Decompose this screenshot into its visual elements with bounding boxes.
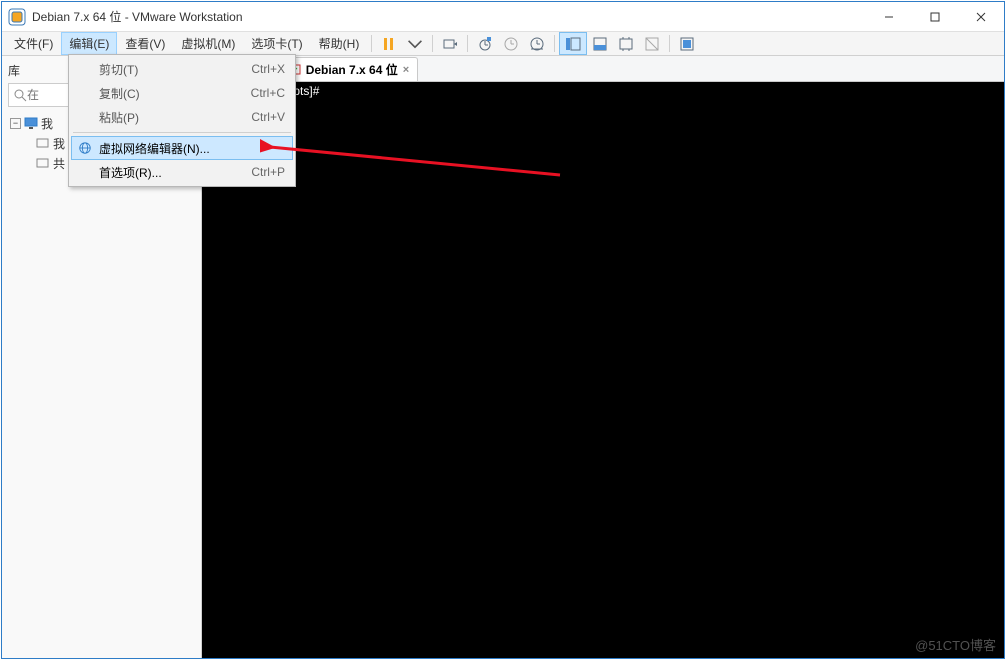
tree-root-label: 我 [41,115,53,132]
toolbar-view-1-button[interactable] [559,32,587,55]
globe-icon [77,140,93,156]
toolbar-send-button[interactable] [437,32,463,55]
menu-vm[interactable]: 虚拟机(M) [173,32,243,55]
maximize-button[interactable] [912,2,958,32]
toolbar-dropdown-icon[interactable] [402,32,428,55]
vm-icon [36,136,50,150]
menu-separator [73,132,291,133]
toolbar-fullscreen-button[interactable] [674,32,700,55]
tab-close-icon[interactable]: × [403,64,409,76]
menu-cut[interactable]: 剪切(T) Ctrl+X [71,57,293,81]
tree-item-label: 共 [53,155,65,172]
title-bar: Debian 7.x 64 位 - VMware Workstation [2,2,1004,32]
toolbar-view-3-button[interactable] [613,32,639,55]
watermark: @51CTO博客 [915,635,996,654]
menu-file[interactable]: 文件(F) [6,32,61,55]
menu-view[interactable]: 查看(V) [117,32,173,55]
edit-menu-dropdown: 剪切(T) Ctrl+X 复制(C) Ctrl+C 粘贴(P) Ctrl+V 虚… [68,54,296,187]
menu-edit[interactable]: 编辑(E) [61,32,117,55]
toolbar-snapshot-button[interactable] [472,32,498,55]
toolbar-pause-button[interactable] [376,32,402,55]
main-area: ⌂ 主页 × Debian 7.x 64 位 × ost network-scr… [202,56,1004,658]
collapse-icon[interactable]: − [10,118,21,129]
menu-paste[interactable]: 粘贴(P) Ctrl+V [71,105,293,129]
menu-virtual-network-editor[interactable]: 虚拟网络编辑器(N)... [71,136,293,160]
menu-preferences[interactable]: 首选项(R)... Ctrl+P [71,160,293,184]
minimize-button[interactable] [866,2,912,32]
shared-icon [36,156,50,170]
menu-bar: 文件(F) 编辑(E) 查看(V) 虚拟机(M) 选项卡(T) 帮助(H) [2,32,1004,56]
tab-vm[interactable]: Debian 7.x 64 位 × [278,57,418,81]
window-title: Debian 7.x 64 位 - VMware Workstation [32,8,866,25]
tab-label: Debian 7.x 64 位 [306,61,398,78]
menu-tabs[interactable]: 选项卡(T) [243,32,310,55]
menu-help[interactable]: 帮助(H) [311,32,368,55]
toolbar-view-2-button[interactable] [587,32,613,55]
search-icon [13,88,27,102]
toolbar-snapshot-revert-button[interactable] [498,32,524,55]
monitor-icon [24,116,38,130]
tab-strip: ⌂ 主页 × Debian 7.x 64 位 × [202,56,1004,82]
vm-terminal[interactable]: ost network-scripts]# [202,82,1004,658]
close-button[interactable] [958,2,1004,32]
toolbar-view-4-button[interactable] [639,32,665,55]
menu-copy[interactable]: 复制(C) Ctrl+C [71,81,293,105]
toolbar-snapshot-manager-button[interactable] [524,32,550,55]
app-icon [8,8,26,26]
tree-item-label: 我 [53,135,65,152]
